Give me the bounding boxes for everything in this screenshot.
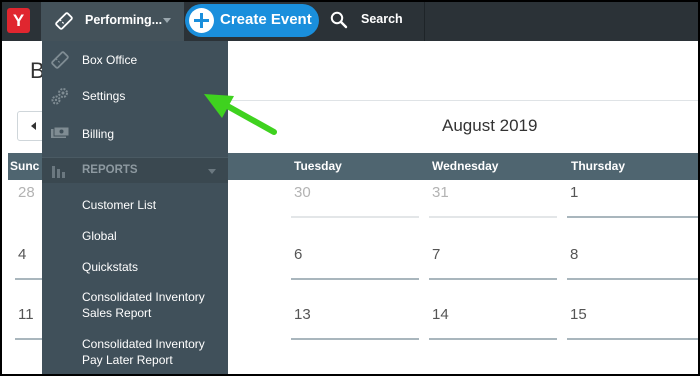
- performing-menu-button[interactable]: Performing...: [41, 0, 184, 41]
- calendar-day[interactable]: 31: [429, 180, 557, 218]
- plus-circle-icon: [189, 8, 214, 33]
- menu-item-label: Billing: [82, 127, 115, 141]
- calendar-day[interactable]: 1: [567, 180, 698, 218]
- bar-chart-icon: [52, 166, 65, 178]
- weekday-thursday: Thursday: [571, 159, 626, 173]
- calendar-day[interactable]: 8: [567, 242, 698, 280]
- reports-section-label: REPORTS: [82, 164, 138, 176]
- chevron-down-icon: [163, 18, 171, 23]
- calendar-day[interactable]: 14: [429, 302, 557, 340]
- menu-item-label: Settings: [82, 89, 126, 103]
- ticket-icon: [51, 51, 69, 69]
- month-title: August 2019: [442, 116, 538, 135]
- money-icon: [51, 126, 70, 138]
- menu-item-customer-list[interactable]: Customer List: [42, 191, 228, 217]
- chevron-down-icon: [208, 169, 216, 174]
- menu-item-consolidated-inventory-pay-later-report[interactable]: Consolidated Inventory Pay Later Report: [42, 333, 228, 373]
- calendar-day[interactable]: 15: [567, 302, 698, 340]
- topbar-divider: [424, 0, 425, 41]
- calendar-day[interactable]: 28: [15, 180, 35, 218]
- weekday-tuesday: Tuesday: [294, 159, 342, 173]
- top-navigation-bar: Y Performing... Create Event Search: [0, 0, 700, 41]
- calendar-day[interactable]: 4: [15, 242, 42, 280]
- calendar-day[interactable]: 7: [429, 242, 557, 280]
- menu-item-consolidated-inventory-sales-report[interactable]: Consolidated Inventory Sales Report: [42, 285, 228, 325]
- search-icon: [330, 11, 348, 29]
- create-event-label: Create Event: [220, 11, 312, 28]
- weekday-sunday: Sunc: [10, 159, 40, 173]
- calendar-day[interactable]: 13: [291, 302, 419, 340]
- calendar-day[interactable]: 6: [291, 242, 419, 280]
- menu-item-label: Box Office: [82, 53, 138, 67]
- calendar-day[interactable]: 11: [15, 302, 42, 340]
- menu-item-global[interactable]: Global: [42, 224, 228, 250]
- menu-item-quickstats[interactable]: Quickstats: [42, 255, 228, 281]
- calendar-day[interactable]: 30: [291, 180, 419, 218]
- annotation-arrow: [204, 94, 277, 135]
- weekday-wednesday: Wednesday: [432, 159, 499, 173]
- gears-icon: [51, 88, 68, 105]
- performing-label: Performing...: [85, 13, 163, 27]
- ticket-icon: [55, 12, 73, 30]
- app-logo[interactable]: Y: [7, 8, 30, 33]
- header-divider: [228, 100, 698, 101]
- create-event-button[interactable]: Create Event: [185, 4, 319, 37]
- reports-section-header[interactable]: REPORTS: [42, 157, 228, 183]
- search-label: Search: [361, 12, 403, 26]
- menu-item-box-office[interactable]: Box Office: [42, 41, 228, 79]
